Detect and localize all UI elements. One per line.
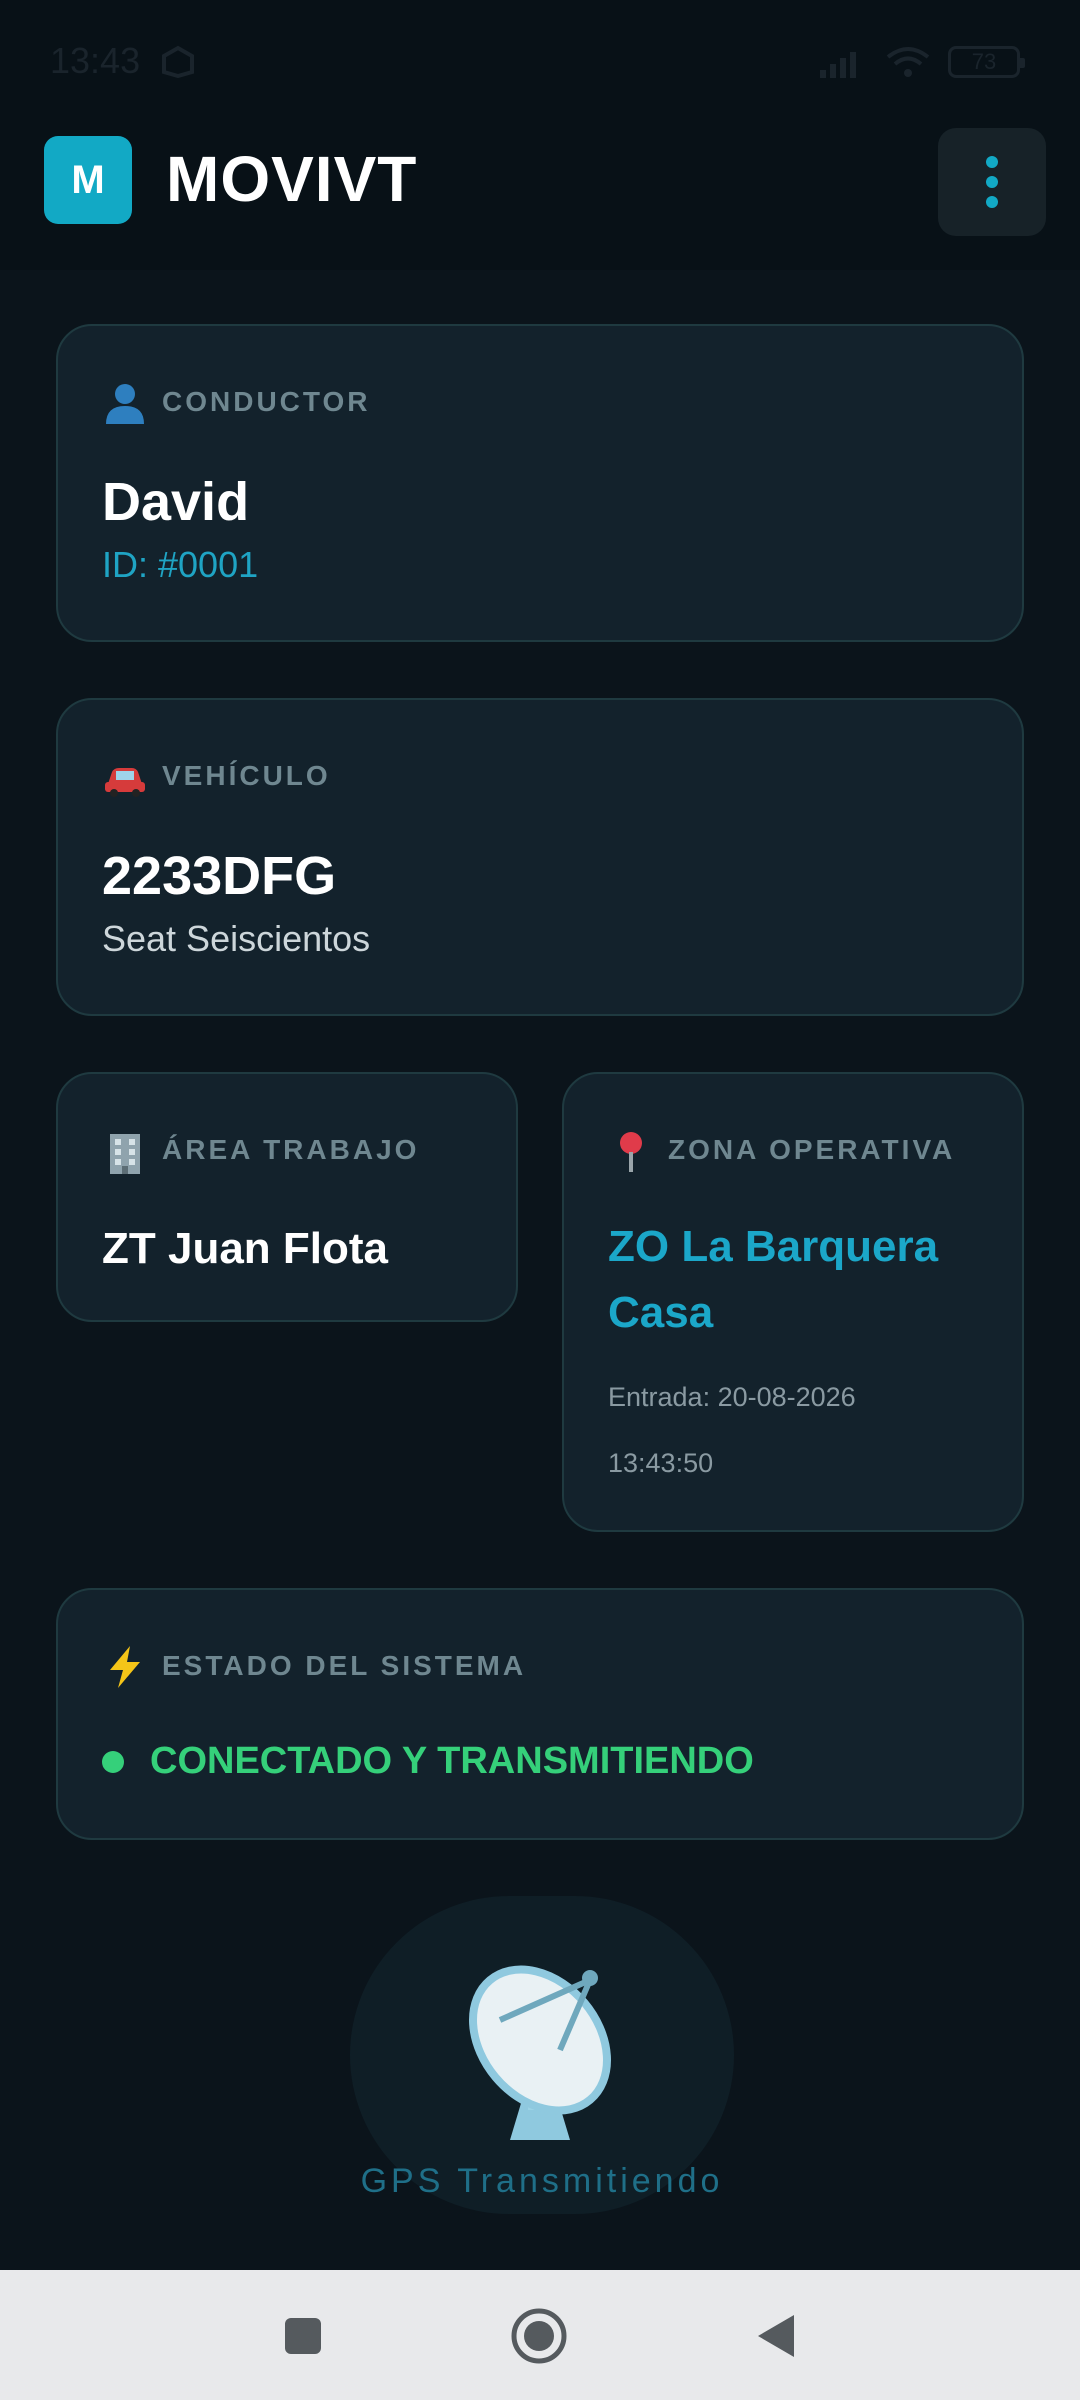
status-bar: 13:43 73 bbox=[0, 0, 1080, 120]
app-header: M MOVIVT bbox=[0, 120, 1080, 270]
signal-icon bbox=[820, 52, 856, 78]
more-vert-icon bbox=[986, 156, 998, 208]
person-icon bbox=[106, 384, 144, 424]
zone-label: ZONA OPERATIVA bbox=[668, 1134, 956, 1165]
status-time: 13:43 bbox=[50, 40, 141, 81]
battery-indicator: 73 bbox=[948, 46, 1025, 78]
back-triangle-icon bbox=[758, 2315, 794, 2357]
wifi-icon bbox=[886, 47, 930, 77]
work-area-card: ÁREA TRABAJO ZT Juan Flota bbox=[56, 1072, 518, 1322]
system-label: ESTADO DEL SISTEMA bbox=[162, 1650, 527, 1681]
work-area-value: ZT Juan Flota bbox=[102, 1224, 388, 1273]
home-circle-icon bbox=[511, 2308, 567, 2364]
zone-card: ZONA OPERATIVA ZO La Barquera Casa Entra… bbox=[562, 1072, 1024, 1532]
map-pin-icon bbox=[620, 1132, 642, 1172]
notification-icon bbox=[162, 45, 194, 78]
driver-name: David bbox=[102, 472, 250, 532]
driver-id: ID: #0001 bbox=[102, 544, 259, 585]
back-button[interactable] bbox=[744, 2305, 806, 2367]
app-logo: M bbox=[44, 136, 132, 224]
system-status: CONECTADO Y TRANSMITIENDO bbox=[102, 1740, 754, 1783]
app-title: MOVIVT bbox=[166, 143, 418, 215]
square-icon bbox=[285, 2318, 321, 2354]
system-navigation-bar bbox=[0, 2270, 1080, 2400]
zone-entry-time: Entrada: 20-08-2026 13:43:50 bbox=[608, 1382, 856, 1478]
more-options-button[interactable] bbox=[938, 128, 1046, 236]
zone-name: ZO La Barquera Casa bbox=[608, 1222, 939, 1337]
recents-button[interactable] bbox=[272, 2305, 334, 2367]
home-button[interactable] bbox=[508, 2305, 570, 2367]
vehicle-plate: 2233DFG bbox=[102, 846, 337, 906]
status-icons: 73 bbox=[818, 42, 1025, 82]
system-status-card: ESTADO DEL SISTEMA CONECTADO Y TRANSMITI… bbox=[56, 1588, 1024, 1840]
system-status-text: CONECTADO Y TRANSMITIENDO bbox=[150, 1740, 754, 1782]
status-dot bbox=[102, 1750, 124, 1773]
vehicle-label: VEHÍCULO bbox=[162, 760, 331, 791]
building-icon bbox=[110, 1134, 140, 1174]
logo-letter: M bbox=[71, 157, 105, 202]
vehicle-card: VEHÍCULO 2233DFG Seat Seiscientos bbox=[56, 698, 1024, 1016]
driver-card: CONDUCTOR David ID: #0001 bbox=[56, 324, 1024, 642]
vehicle-model: Seat Seiscientos bbox=[102, 918, 371, 959]
battery-level: 73 bbox=[971, 49, 997, 74]
lightning-icon bbox=[110, 1646, 140, 1688]
work-area-label: ÁREA TRABAJO bbox=[162, 1134, 420, 1165]
car-icon bbox=[105, 768, 145, 797]
satellite-dish-icon bbox=[469, 1965, 611, 2140]
app-screen: 13:43 73 M MOVIVT CONDUCTOR David ID: #0… bbox=[0, 0, 1080, 2400]
driver-label: CONDUCTOR bbox=[162, 386, 371, 417]
gps-status-label: GPS Transmitiendo bbox=[360, 2162, 724, 2200]
